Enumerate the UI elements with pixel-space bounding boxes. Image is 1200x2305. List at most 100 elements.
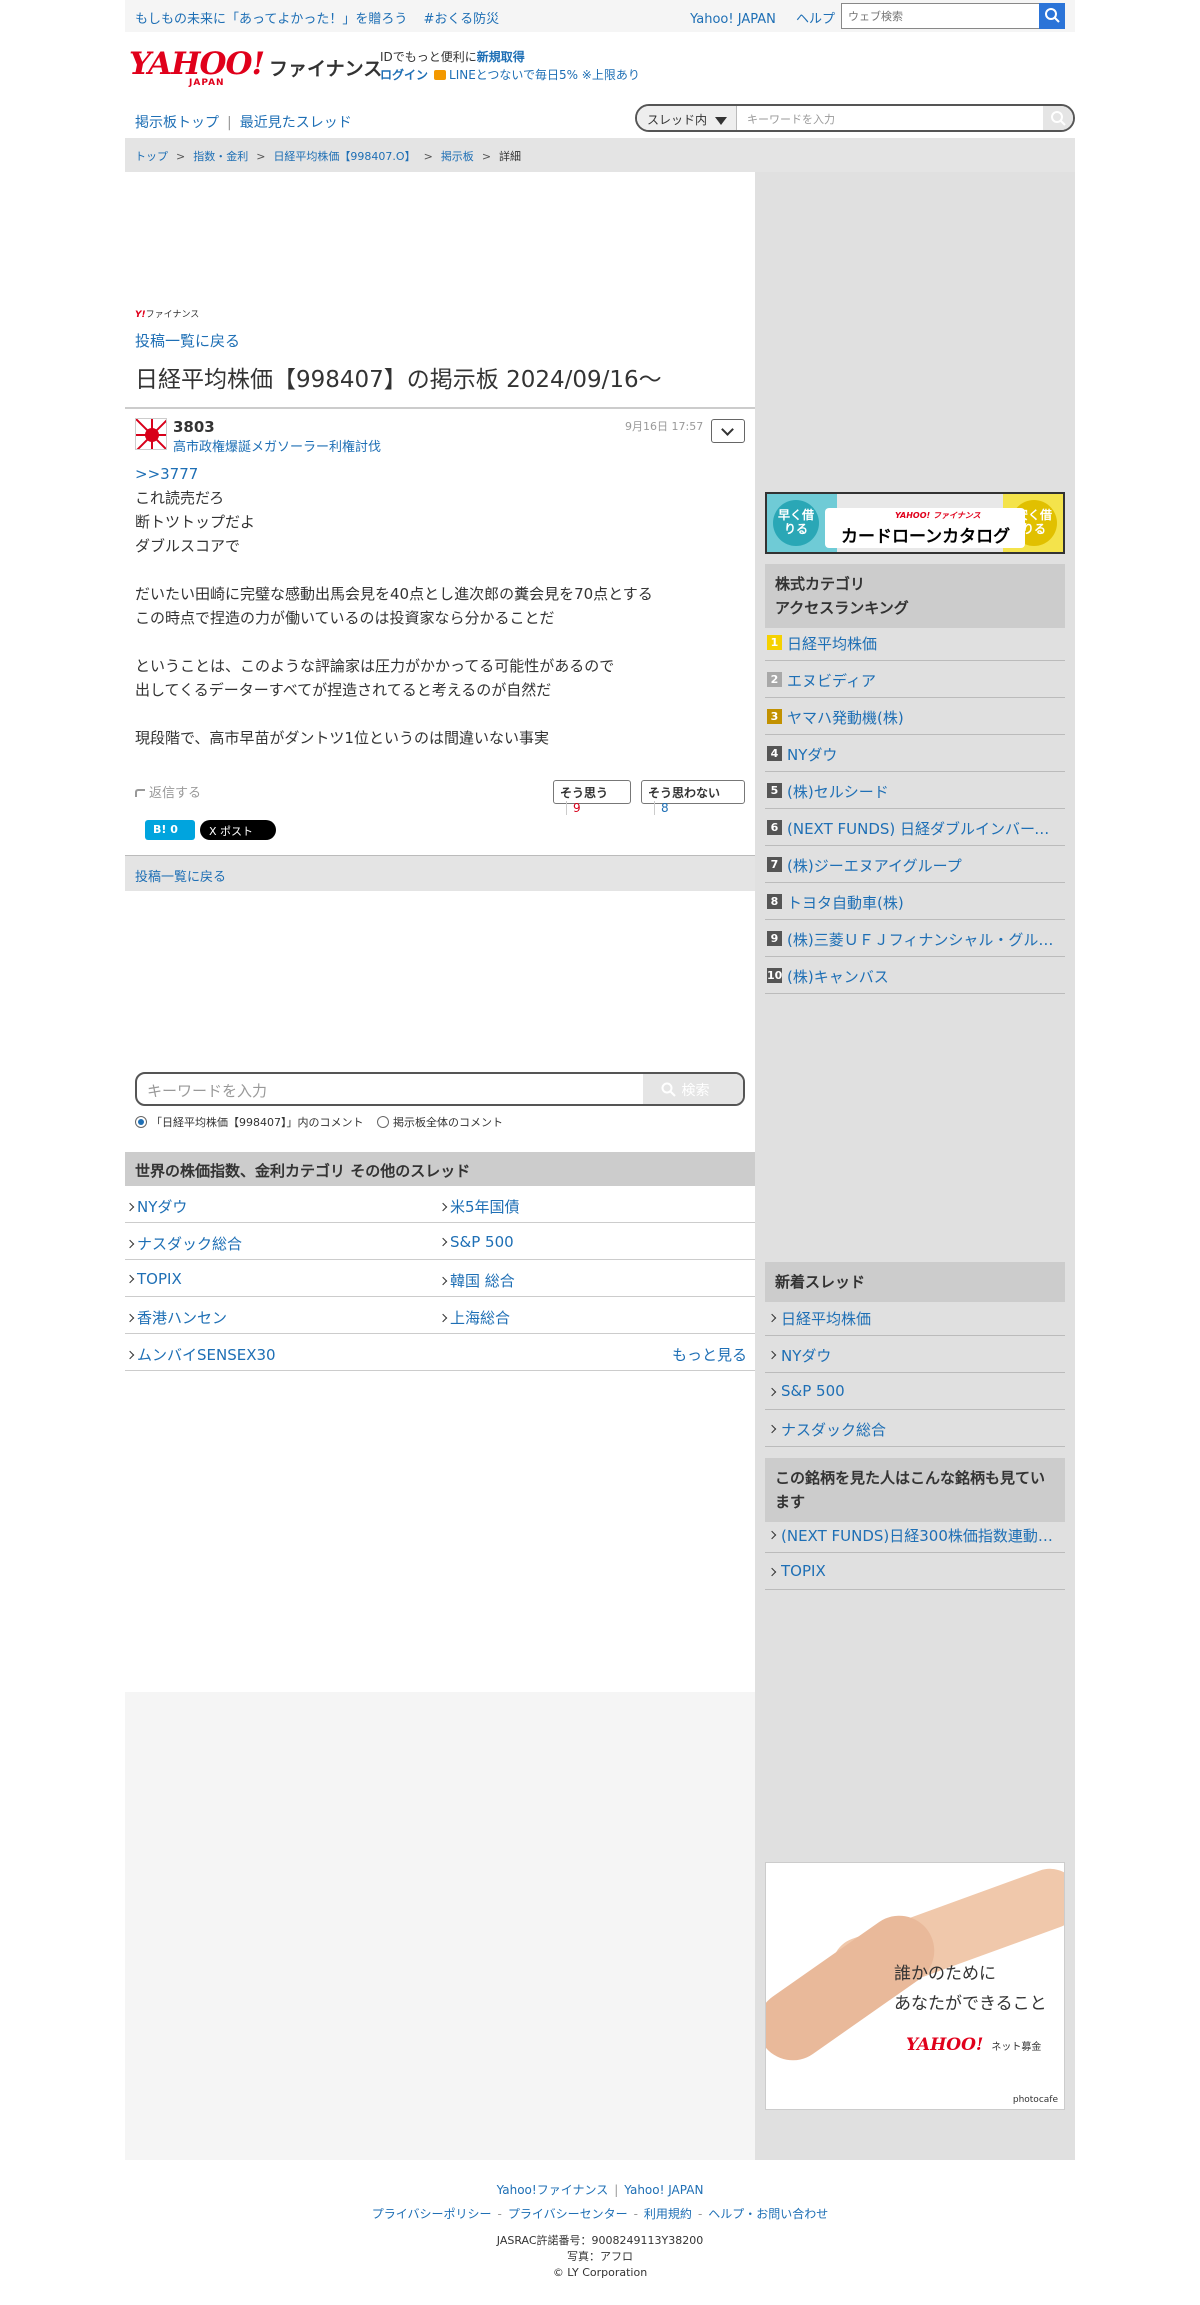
jasrac-text: JASRAC許諾番号：9008249113Y38200 (496, 2234, 704, 2247)
privacy-center-link[interactable]: プライバシーセンター (508, 2207, 628, 2221)
scope-select[interactable]: スレッド内 (637, 106, 737, 130)
ranking-label: (NEXT FUNDS) 日経ダブルインバース・インデックス連動型上場投信 (787, 820, 1063, 838)
category-link[interactable]: ムンバイSENSEX30 (125, 1344, 276, 1365)
yahoo-japan-link[interactable]: Yahoo! JAPAN (690, 12, 776, 27)
thread-link-item[interactable]: NYダウ (765, 1336, 1065, 1373)
hatena-bookmark-button[interactable]: B! 0 (145, 820, 195, 840)
ranking-item[interactable]: 10 (株)キャンバス (765, 957, 1065, 994)
post-body: >>3777 これ読売だろ 断トツトップだよ ダブルスコアで だいたい田崎に完璧… (135, 462, 653, 750)
page-title: 日経平均株価【998407】の掲示板 2024/09/16〜 (135, 367, 662, 393)
id-promo: IDでもっと便利に新規取得 (380, 48, 525, 65)
login-row: ログイン LINEとつないで毎日5% ※上限あり (380, 66, 640, 83)
ranking-item[interactable]: 5 (株)セルシード (765, 772, 1065, 809)
ranking-item[interactable]: 3 ヤマハ発動機(株) (765, 698, 1065, 735)
reply-button[interactable]: 返信する (135, 782, 201, 801)
signup-link[interactable]: 新規取得 (477, 50, 525, 64)
web-search-input[interactable] (842, 4, 1032, 28)
board-top-link[interactable]: 掲示板トップ (135, 115, 219, 131)
crumb-index[interactable]: 指数・金利 (193, 150, 248, 163)
ranking-item[interactable]: 7 (株)ジーエヌアイグループ (765, 846, 1065, 883)
search-icon (1051, 111, 1066, 126)
post-line: 出してくるデーターすべてが捏造されてると考えるのが自然だ (135, 681, 552, 699)
category-link[interactable]: S&P 500 (438, 1233, 514, 1251)
web-search-button[interactable] (1039, 3, 1065, 29)
login-link[interactable]: ログイン (380, 68, 428, 82)
board-links: 掲示板トップ | 最近見たスレッド (135, 112, 352, 132)
footer-finance-link[interactable]: Yahoo!ファイナンス (497, 2183, 609, 2197)
rank-badge: 10 (767, 968, 783, 983)
disagree-count: 8 (654, 801, 675, 815)
chevron-right-icon (767, 1424, 777, 1434)
chevron-right-icon (767, 1567, 777, 1577)
search-icon (661, 1082, 676, 1097)
thread-link-item[interactable]: (NEXT FUNDS)日経300株価指数連動型上場投信 (765, 1516, 1065, 1553)
disagree-button[interactable]: そう思わない8 (641, 780, 745, 815)
card-loan-banner[interactable]: 早く借りる 安く借りる YAHOO! ファイナンス カードローンカタログ (765, 492, 1065, 554)
category-link[interactable]: 香港ハンセン (125, 1307, 227, 1328)
terms-link[interactable]: 利用規約 (644, 2207, 692, 2221)
radio-all-scope[interactable]: 掲示板全体のコメント (377, 1116, 503, 1129)
category-link[interactable]: ナスダック総合 (125, 1233, 242, 1254)
ad-line-2: あなたができること (894, 1994, 1047, 2014)
footer-yj-link[interactable]: Yahoo! JAPAN (624, 2183, 703, 2197)
ranking-item[interactable]: 8 トヨタ自動車(株) (765, 883, 1065, 920)
category-link[interactable]: NYダウ (125, 1196, 187, 1217)
more-link[interactable]: もっと見る (672, 1344, 747, 1365)
rank-badge: 8 (767, 894, 782, 909)
post-menu-button[interactable] (711, 419, 745, 443)
thread-link-label: S&P 500 (781, 1382, 845, 1400)
thread-search-button[interactable] (1043, 106, 1073, 130)
keyword-search-input[interactable]: キーワードを入力 (147, 1080, 267, 1101)
category-row: 香港ハンセン 上海総合 (125, 1297, 755, 1334)
reply-anchor-link[interactable]: >>3777 (135, 462, 653, 486)
thread-link-item[interactable]: S&P 500 (765, 1373, 1065, 1410)
category-heading: 世界の株価指数、金利カテゴリ その他のスレッド (125, 1152, 755, 1186)
category-row: ムンバイSENSEX30 もっと見る (125, 1334, 755, 1371)
keyword-search: キーワードを入力 検索 (135, 1072, 745, 1106)
agree-button[interactable]: そう思う9 (553, 780, 631, 815)
crumb-board[interactable]: 掲示板 (441, 150, 474, 163)
thread-link-item[interactable]: TOPIX (765, 1553, 1065, 1590)
main-column: Y!ファイナンス 投稿一覧に戻る 日経平均株価【998407】の掲示板 2024… (125, 172, 755, 1692)
ranking-item[interactable]: 2 エヌビディア (765, 661, 1065, 698)
thread-link-item[interactable]: 日経平均株価 (765, 1299, 1065, 1336)
category-row: NYダウ 米5年国債 (125, 1186, 755, 1223)
radio-thread-scope[interactable]: 「日経平均株価【998407】」内のコメント (135, 1116, 364, 1129)
privacy-policy-link[interactable]: プライバシーポリシー (372, 2207, 492, 2221)
hashtag-link[interactable]: #おくる防災 (424, 12, 500, 27)
thread-link-item[interactable]: ナスダック総合 (765, 1410, 1065, 1447)
back-to-list-link-2[interactable]: 投稿一覧に戻る (135, 866, 226, 885)
category-thread-list: NYダウ 米5年国債 ナスダック総合 S&P 500 TOPIX 韓国 総合 香… (125, 1186, 755, 1371)
post-user-handle[interactable]: 高市政権爆誕メガソーラー利権討伐 (173, 436, 381, 455)
ranking-item[interactable]: 6 (NEXT FUNDS) 日経ダブルインバース・インデックス連動型上場投信 (765, 809, 1065, 846)
line-promo-link[interactable]: LINEとつないで毎日5% ※上限あり (449, 68, 640, 82)
logo-finance: ファイナンス (269, 58, 383, 80)
thread-search-input[interactable]: キーワードを入力 (747, 111, 835, 127)
logo-japan: JAPAN (189, 78, 225, 88)
post-user-id[interactable]: 3803 (173, 418, 215, 436)
yahoo-finance-logo[interactable]: YAHOO! JAPAN ファイナンス (129, 46, 382, 88)
promo-link[interactable]: もしもの未来に「あってよかった！」を贈ろう (135, 12, 407, 27)
donation-ad[interactable]: 誰かのために あなたができること YAHOO! ネット募金 photocafe (765, 1862, 1065, 2110)
ranking-item[interactable]: 9 (株)三菱ＵＦＪフィナンシャル・グループ (765, 920, 1065, 957)
back-to-list-link[interactable]: 投稿一覧に戻る (135, 330, 240, 351)
recent-threads-link[interactable]: 最近見たスレッド (240, 115, 352, 131)
help-link[interactable]: ヘルプ (796, 12, 835, 27)
category-link[interactable]: 米5年国債 (438, 1196, 520, 1217)
category-link[interactable]: 韓国 総合 (438, 1270, 515, 1291)
copyright: © LY Corporation (552, 2266, 648, 2279)
crumb-top[interactable]: トップ (135, 150, 168, 163)
ranking-label: ヤマハ発動機(株) (787, 709, 904, 727)
ranking-item[interactable]: 1 日経平均株価 (765, 624, 1065, 661)
crumb-nikkei[interactable]: 日経平均株価【998407.O】 (273, 150, 415, 163)
thread-link-label: NYダウ (781, 1347, 832, 1365)
ranking-item[interactable]: 4 NYダウ (765, 735, 1065, 772)
thread-search: スレッド内 キーワードを入力 (635, 104, 1075, 132)
category-link[interactable]: 上海総合 (438, 1307, 510, 1328)
category-link[interactable]: TOPIX (125, 1270, 182, 1288)
avatar[interactable] (135, 418, 167, 450)
web-search-box (841, 3, 1065, 29)
x-post-button[interactable]: X ポスト (200, 820, 276, 840)
help-contact-link[interactable]: ヘルプ・お問い合わせ (708, 2207, 828, 2221)
keyword-search-button[interactable]: 検索 (643, 1074, 743, 1104)
